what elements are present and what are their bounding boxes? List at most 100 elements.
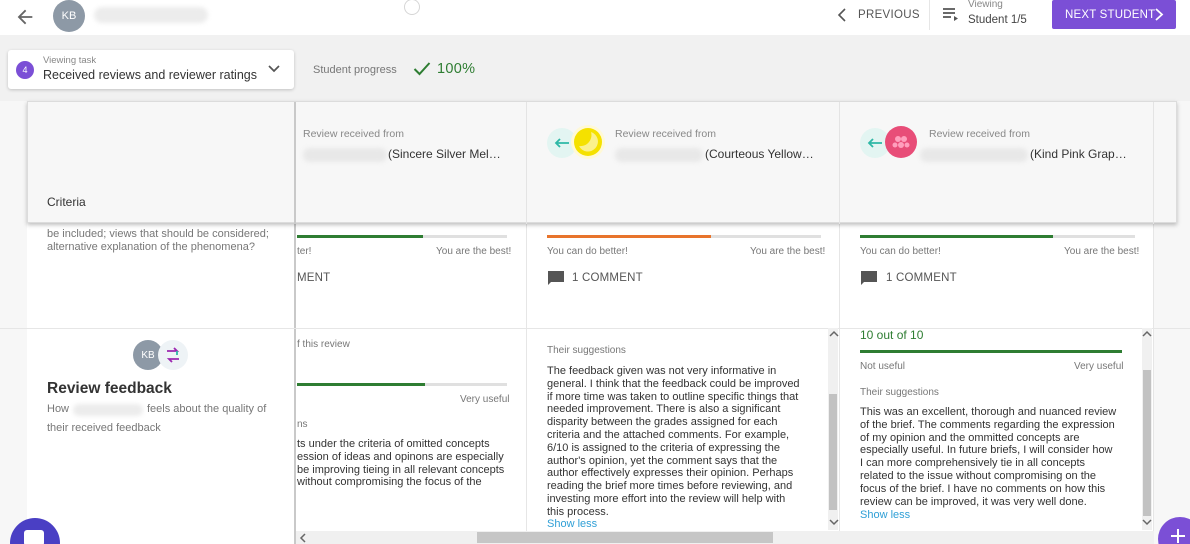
suggestion-text: This was an excellent, thorough and nuan… [860, 406, 1140, 508]
grade-bar-fill [297, 235, 423, 238]
grade-bar-fill [547, 235, 711, 238]
progress-value: 100% [437, 61, 476, 77]
chat-icon [24, 530, 44, 544]
scroll-up-icon[interactable] [1142, 330, 1152, 338]
scroll-down-icon[interactable] [1142, 518, 1152, 526]
horizontal-scrollbar-thumb[interactable] [477, 532, 773, 543]
text-line: review can be improved, it was very well… [860, 495, 1087, 508]
suggestions-label: Their suggestions [860, 387, 939, 398]
bar-left-label: You can do better! [860, 246, 941, 257]
show-less-link[interactable]: Show less [547, 518, 597, 530]
comment-link[interactable]: 1 COMMENT [886, 272, 957, 284]
horizontal-scrollbar[interactable] [296, 531, 1154, 544]
moon-avatar-icon [571, 125, 605, 159]
reviewer-name: (Kind Pink Grap… [1030, 147, 1127, 161]
task-selector[interactable]: 4 Viewing task Received reviews and revi… [8, 50, 294, 89]
suggestions-label: Their suggestions [547, 345, 626, 356]
text-line: if more time was taken to outline specif… [547, 390, 799, 403]
received-from-label: Review received from [615, 128, 716, 140]
comment-icon [860, 270, 878, 286]
review-scrollbar[interactable] [828, 328, 838, 530]
comment-link[interactable]: MENT [297, 272, 330, 284]
avatar-initials: KB [61, 10, 77, 22]
task-small-label: Viewing task [43, 55, 97, 66]
text-line: this process. [547, 505, 609, 518]
scroll-down-icon[interactable] [829, 518, 839, 526]
text-line: 6/10 is assigned to the criteria of expr… [547, 441, 780, 454]
next-student-button[interactable]: NEXT STUDENT [1052, 0, 1176, 29]
show-less-link[interactable]: Show less [860, 509, 910, 521]
text-line: ession of ideas and opinons are especial… [297, 450, 504, 463]
task-name: Received reviews and reviewer ratings [43, 68, 257, 82]
text-line: needed improvement. There is also a sign… [547, 403, 781, 416]
rating-bar-fill [860, 350, 1122, 353]
criterion-text: be included; views that should be consid… [47, 228, 269, 254]
bar-right-label: You are the best! [750, 246, 826, 257]
review-header-cell: Review received from (Sincere Silver Mel… [296, 102, 527, 224]
chevron-down-icon [268, 64, 280, 74]
add-icon [1170, 528, 1186, 544]
text-line: ts under the criteria of omitted concept… [297, 438, 490, 450]
criteria-header-cell: Criteria [28, 102, 296, 224]
reviewer-redacted [920, 148, 1028, 162]
text-line: related to the issue without compromisin… [860, 469, 1097, 482]
previous-button[interactable]: PREVIOUS [858, 9, 920, 21]
criterion-line-2: alternative explanation of the phenomena… [47, 241, 255, 253]
comment-link[interactable]: 1 COMMENT [572, 272, 643, 284]
suggestion-text: The feedback given was not very informat… [547, 365, 827, 519]
scroll-left-icon[interactable] [299, 533, 307, 543]
progress-label: Student progress [313, 64, 397, 76]
text-line: reading the brief more times before revi… [547, 480, 793, 493]
student-avatar: KB [53, 0, 85, 32]
reviewer-redacted [615, 148, 703, 162]
avatar-initials: KB [141, 349, 155, 361]
text-line: general. I think that the feedback could… [547, 377, 800, 390]
raspberry-avatar-icon [885, 126, 917, 158]
received-from-label: Review received from [303, 128, 404, 140]
scrollbar-thumb[interactable] [829, 394, 837, 510]
review-header-cell: Review received from (Courteous Yellow… [527, 102, 840, 224]
text-line: investing more effort into the review wi… [547, 492, 786, 505]
bar-left-label: You can do better! [547, 246, 628, 257]
back-arrow-icon[interactable] [14, 6, 36, 28]
suggestion-text: ts under the criteria of omitted concept… [297, 438, 517, 489]
reviewer-name: (Courteous Yellow… [705, 147, 814, 161]
review-header-cell: Review received from (Kind Pink Grap… [840, 102, 1154, 224]
suggestions-label: ns [297, 419, 308, 430]
text-line: of the brief. The comments regarding the… [860, 418, 1115, 431]
text-line: focus of the brief. I have no comments o… [860, 482, 1106, 495]
text-line: criteria and the attached comments. For … [547, 428, 790, 441]
student-position: Student 1/5 [968, 14, 1027, 26]
row-divider [0, 328, 1190, 329]
bar-left-label: ter! [297, 246, 312, 257]
text-line: author effectively expresses their opini… [547, 467, 794, 480]
reviewer-name: (Sincere Silver Mel… [388, 147, 501, 161]
text-line: disparity between the grades assigned fo… [547, 416, 778, 429]
bar-right-label: You are the best! [436, 246, 512, 257]
rating-label: f this review [297, 339, 350, 350]
scrollbar-thumb[interactable] [1143, 370, 1151, 516]
rating-value: 10 out of 10 [860, 328, 924, 342]
text-line: This was an excellent, thorough and nuan… [860, 406, 1117, 418]
chevron-left-icon[interactable] [836, 8, 848, 22]
review-scrollbar[interactable] [1142, 328, 1152, 530]
criterion-line-1: be included; views that should be consid… [47, 228, 269, 240]
chevron-right-icon [1154, 8, 1164, 21]
text-line: I can more comprehensively tie in all co… [860, 457, 1085, 470]
text-line: The feedback given was not very informat… [547, 365, 777, 377]
feedback-desc-line2: their received feedback [47, 422, 161, 434]
feedback-desc-suffix: feels about the quality of [147, 403, 267, 415]
student-name-redacted [94, 7, 208, 23]
task-number-badge: 4 [16, 61, 34, 79]
share-arrow-icon [158, 340, 188, 370]
text-line: especially useful. In future briefs, I w… [860, 444, 1113, 457]
rating-right-label: Very useful [460, 394, 510, 405]
name-redacted [73, 404, 143, 416]
list-icon[interactable] [942, 6, 960, 22]
text-line: of my opinion and the ommitted concepts … [860, 431, 1080, 444]
rating-right-label: Very useful [1074, 361, 1124, 372]
rating-bar-fill [297, 383, 425, 386]
grid-header: Criteria Review received from (Sincere S… [27, 101, 1177, 224]
criteria-header: Criteria [47, 195, 86, 209]
scroll-up-icon[interactable] [829, 330, 839, 338]
